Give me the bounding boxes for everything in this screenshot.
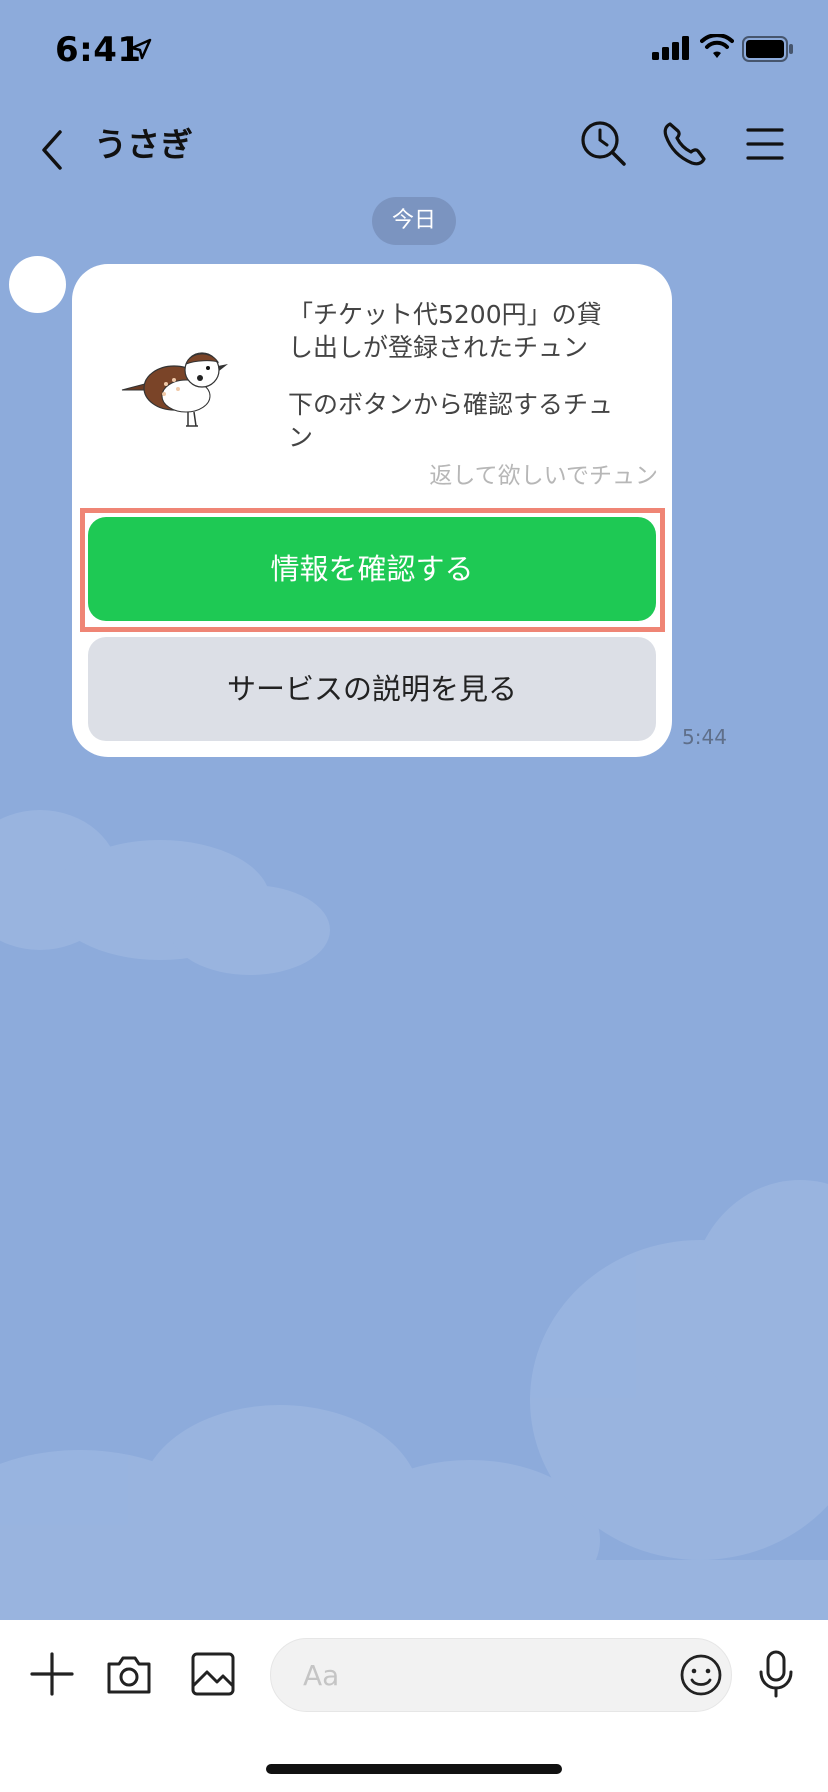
status-bar: 6:41 [0,0,828,100]
microphone-icon[interactable] [748,1646,804,1702]
camera-icon[interactable] [101,1646,157,1702]
emoji-icon[interactable] [675,1649,727,1701]
chat-title[interactable]: うさぎ [94,118,193,166]
message-text-line-4: ン [288,423,314,452]
chat-header: うさぎ [0,100,828,200]
wifi-icon [700,34,734,58]
message-input-placeholder: Aa [303,1659,340,1692]
message-input[interactable]: Aa [270,1638,732,1712]
message-bubble: 「チケット代5200円」の貸 し出しが登録されたチュン 下のボタンから確認するチ… [72,264,672,757]
menu-icon[interactable] [736,116,792,172]
message-timestamp: 5:44 [682,725,727,749]
search-history-icon[interactable] [576,116,632,172]
date-divider: 今日 [372,197,456,245]
status-time: 6:41 [55,30,142,70]
phone-icon[interactable] [656,116,712,172]
back-chevron-icon[interactable] [32,120,72,180]
message-subtext: 返して欲しいでチュン [429,463,658,489]
message-text-line-2: し出しが登録されたチュン [288,333,589,362]
confirm-info-button[interactable]: 情報を確認する [88,517,656,621]
sender-avatar[interactable] [9,256,66,313]
plus-icon[interactable] [24,1646,80,1702]
cellular-signal-icon [652,36,689,60]
sparrow-illustration [121,352,228,427]
image-icon[interactable] [185,1646,241,1702]
location-arrow-icon [130,38,152,60]
message-text-line-3: 下のボタンから確認するチュ [288,390,614,419]
battery-icon [742,36,793,62]
service-description-button[interactable]: サービスの説明を見る [88,637,656,741]
home-indicator[interactable] [266,1764,562,1774]
message-text-line-1: 「チケット代5200円」の貸 [288,300,602,329]
